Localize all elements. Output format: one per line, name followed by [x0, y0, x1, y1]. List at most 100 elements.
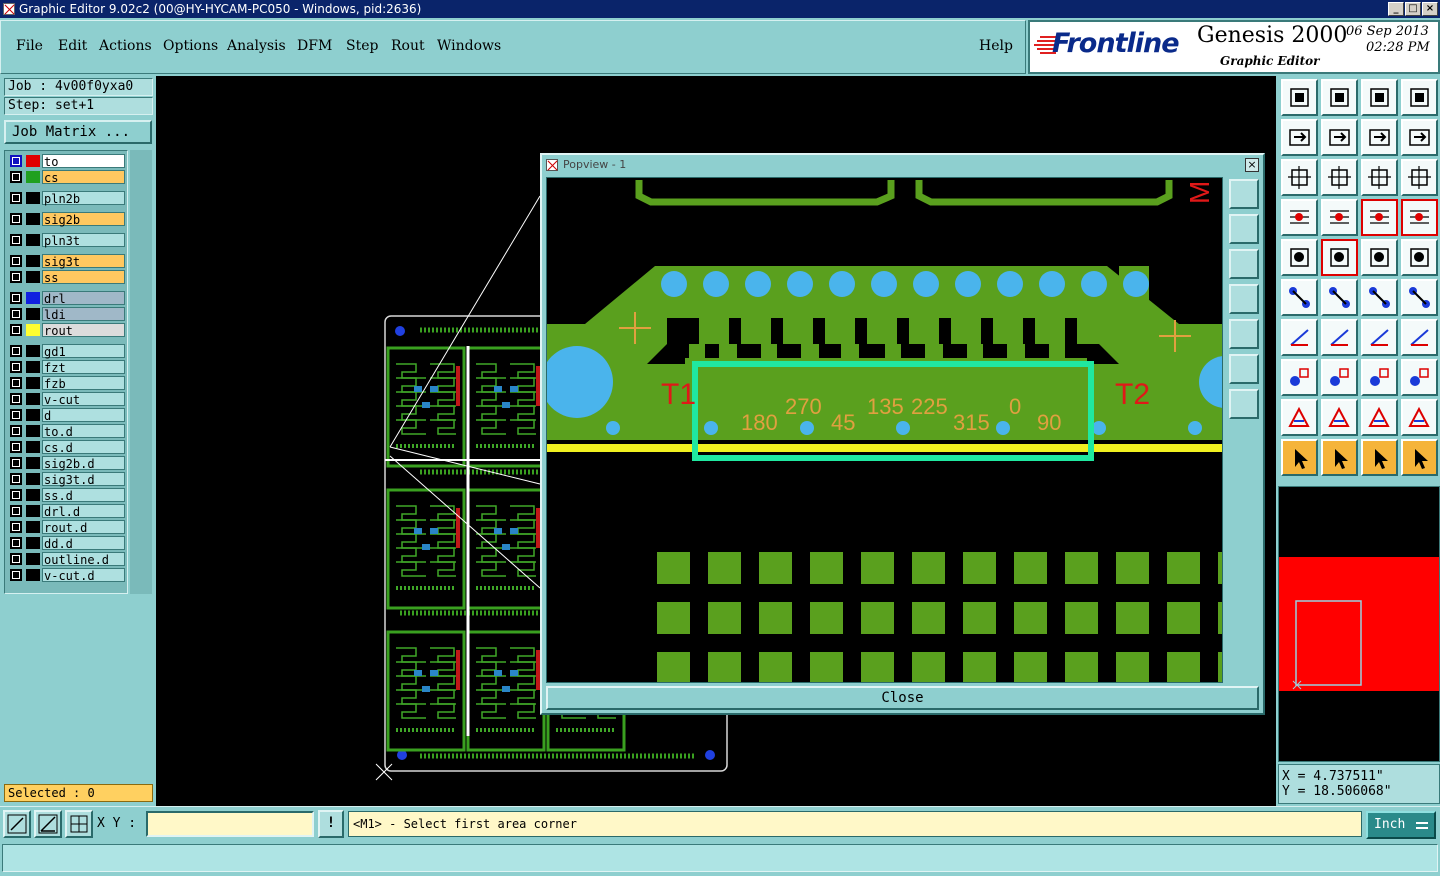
- layer-row-sig3t[interactable]: sig3t: [7, 254, 125, 269]
- fit-icon[interactable]: [1281, 159, 1318, 196]
- menu-step[interactable]: Step: [346, 38, 378, 54]
- layer-color-swatch[interactable]: [26, 425, 40, 437]
- layer-row-to[interactable]: to: [7, 154, 125, 169]
- layer-checkbox[interactable]: [10, 292, 22, 304]
- draw-icon[interactable]: [1321, 239, 1358, 276]
- layer-checkbox[interactable]: [10, 553, 22, 565]
- layer-checkbox[interactable]: [10, 271, 22, 283]
- layer-checkbox[interactable]: [10, 505, 22, 517]
- layer-checkbox[interactable]: [10, 473, 22, 485]
- layer-checkbox[interactable]: [10, 569, 22, 581]
- measure-settings-icon[interactable]: [1281, 199, 1318, 236]
- layer-checkbox[interactable]: [10, 324, 22, 336]
- menu-help[interactable]: Help: [979, 38, 1013, 54]
- pad-icon[interactable]: [1401, 239, 1438, 276]
- popview-title-bar[interactable]: Popview - 1 ×: [542, 155, 1263, 175]
- popview-zoom-area[interactable]: T1 T2 M P 180 270 45 135 225 315 0 90: [546, 177, 1223, 683]
- layer-checkbox[interactable]: [10, 441, 22, 453]
- popview-close-button[interactable]: Close: [546, 686, 1259, 710]
- layer-color-swatch[interactable]: [26, 271, 40, 283]
- layer-color-swatch[interactable]: [26, 393, 40, 405]
- layer-row-d[interactable]: d: [7, 408, 125, 423]
- select-icon[interactable]: [1281, 239, 1318, 276]
- split-view-icon[interactable]: [1401, 79, 1438, 116]
- menu-analysis[interactable]: Analysis: [227, 38, 286, 54]
- triangle-a-icon[interactable]: [1321, 399, 1358, 436]
- layer-color-swatch[interactable]: [26, 441, 40, 453]
- pointer-box2-icon[interactable]: [1361, 439, 1398, 476]
- layer-color-swatch[interactable]: [26, 171, 40, 183]
- layer-color-swatch[interactable]: [26, 292, 40, 304]
- layer-color-swatch[interactable]: [26, 489, 40, 501]
- layer-row-to.d[interactable]: to.d: [7, 424, 125, 439]
- layer-checkbox[interactable]: [10, 409, 22, 421]
- layer-row-ldi[interactable]: ldi: [7, 307, 125, 322]
- units-selector[interactable]: Inch: [1366, 811, 1436, 839]
- triangle-icon[interactable]: [1281, 399, 1318, 436]
- layer-color-swatch[interactable]: [26, 521, 40, 533]
- pop-zoom-up-icon[interactable]: [1229, 214, 1259, 244]
- minus-icon[interactable]: [1321, 359, 1358, 396]
- app-icon[interactable]: [3, 3, 15, 15]
- maximize-button[interactable]: □: [1405, 2, 1421, 16]
- layer-checkbox[interactable]: [10, 537, 22, 549]
- redraw-icon[interactable]: [1401, 119, 1438, 156]
- pop-zoom-down-icon[interactable]: [1229, 249, 1259, 279]
- pop-pan-right-icon[interactable]: [1229, 319, 1259, 349]
- zoom-home-icon[interactable]: [1281, 79, 1318, 116]
- query-icon[interactable]: [1401, 159, 1438, 196]
- layer-color-swatch[interactable]: [26, 155, 40, 167]
- layer-checkbox[interactable]: [10, 489, 22, 501]
- layer-color-swatch[interactable]: [26, 505, 40, 517]
- layer-color-swatch[interactable]: [26, 537, 40, 549]
- pointer-box-icon[interactable]: [1321, 439, 1358, 476]
- layer-checkbox[interactable]: [10, 192, 22, 204]
- layer-list-scrollbar[interactable]: [130, 150, 152, 594]
- job-matrix-button[interactable]: Job Matrix ...: [4, 120, 152, 144]
- snap-alt-icon[interactable]: [1401, 199, 1438, 236]
- zoom-in-icon[interactable]: [1321, 79, 1358, 116]
- popview-close-icon[interactable]: ×: [1245, 158, 1259, 172]
- layer-color-swatch[interactable]: [26, 192, 40, 204]
- layer-row-sig3t.d[interactable]: sig3t.d: [7, 472, 125, 487]
- pan-left-icon[interactable]: [1281, 119, 1318, 156]
- layer-color-swatch[interactable]: [26, 457, 40, 469]
- curve-icon[interactable]: [1361, 319, 1398, 356]
- layer-color-swatch[interactable]: [26, 213, 40, 225]
- layer-checkbox[interactable]: [10, 521, 22, 533]
- menu-dfm[interactable]: DFM: [297, 38, 332, 54]
- angle-icon[interactable]: [1281, 319, 1318, 356]
- layer-row-pln2b[interactable]: pln2b: [7, 191, 125, 206]
- text-icon[interactable]: [1401, 319, 1438, 356]
- pan-right-icon[interactable]: [1321, 119, 1358, 156]
- layer-color-swatch[interactable]: [26, 308, 40, 320]
- layer-checkbox[interactable]: [10, 255, 22, 267]
- angle-mode-icon[interactable]: [34, 810, 62, 838]
- layer-color-swatch[interactable]: [26, 255, 40, 267]
- menu-actions[interactable]: Actions: [99, 38, 152, 54]
- one-to-one-icon[interactable]: [1361, 159, 1398, 196]
- layer-color-swatch[interactable]: [26, 361, 40, 373]
- layer-row-sig2b[interactable]: sig2b: [7, 212, 125, 227]
- pop-pan-left-icon[interactable]: [1229, 284, 1259, 314]
- layer-row-cs[interactable]: cs: [7, 170, 125, 185]
- layer-row-cs.d[interactable]: cs.d: [7, 440, 125, 455]
- layer-row-ss.d[interactable]: ss.d: [7, 488, 125, 503]
- slash-icon[interactable]: [1321, 319, 1358, 356]
- layer-color-swatch[interactable]: [26, 345, 40, 357]
- layer-row-dd.d[interactable]: dd.d: [7, 536, 125, 551]
- xy-input[interactable]: [146, 811, 314, 837]
- layer-row-drl.d[interactable]: drl.d: [7, 504, 125, 519]
- layer-color-swatch[interactable]: [26, 569, 40, 581]
- pad-edit-icon[interactable]: [1281, 359, 1318, 396]
- layer-checkbox[interactable]: [10, 345, 22, 357]
- layer-checkbox[interactable]: [10, 171, 22, 183]
- prompt-info-button[interactable]: !: [318, 810, 344, 838]
- route-icon[interactable]: [1401, 439, 1438, 476]
- layer-color-swatch[interactable]: [26, 553, 40, 565]
- layer-row-v-cut[interactable]: v-cut: [7, 392, 125, 407]
- arc-add-icon[interactable]: [1401, 279, 1438, 316]
- menu-windows[interactable]: Windows: [437, 38, 501, 54]
- layer-row-fzb[interactable]: fzb: [7, 376, 125, 391]
- center-icon[interactable]: [1321, 159, 1358, 196]
